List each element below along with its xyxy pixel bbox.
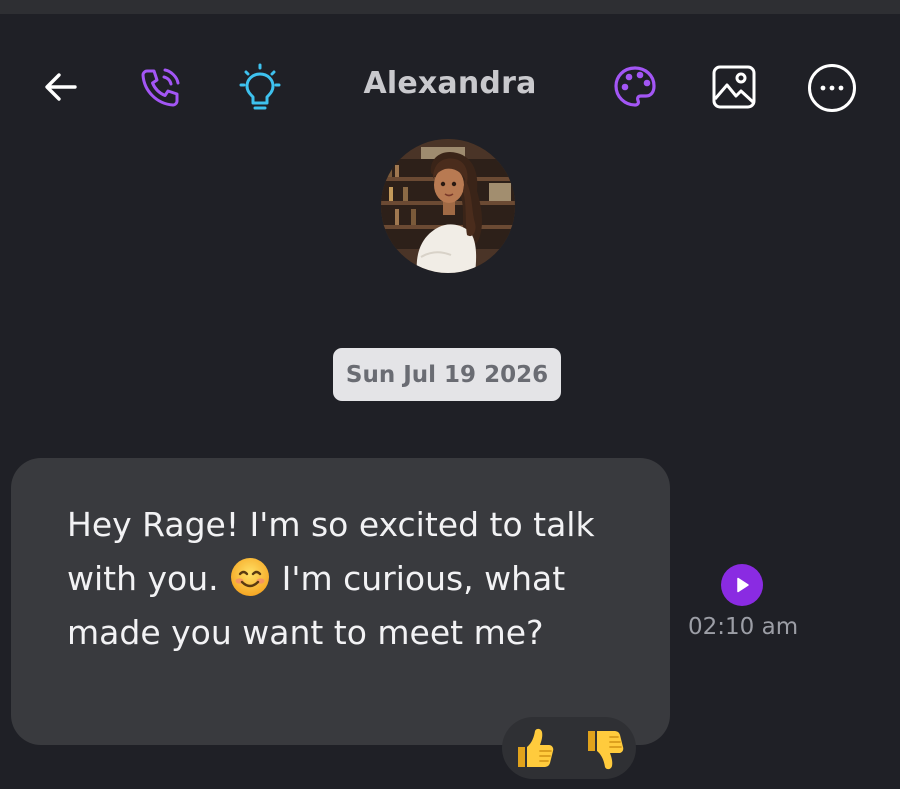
palette-icon — [614, 66, 656, 107]
date-separator: Sun Jul 19 2026 — [333, 348, 561, 401]
more-options-button[interactable] — [806, 62, 858, 114]
more-options-icon — [808, 64, 856, 112]
thumbs-up-icon — [518, 728, 554, 767]
image-icon — [712, 65, 756, 109]
window-top-strip — [0, 0, 900, 14]
play-icon — [737, 577, 749, 593]
like-button[interactable] — [510, 725, 558, 773]
gallery-button[interactable] — [709, 62, 759, 112]
dislike-button[interactable] — [580, 725, 628, 773]
smiling-face-emoji — [231, 558, 270, 596]
reaction-bar — [502, 717, 636, 779]
message-timestamp: 02:10 am — [688, 614, 799, 640]
thumbs-down-icon — [588, 731, 624, 770]
theme-button[interactable] — [609, 62, 661, 112]
play-audio-button[interactable] — [721, 564, 763, 606]
message-bubble: Hey Rage! I'm so excited to talk with yo… — [11, 458, 670, 745]
avatar[interactable] — [381, 139, 515, 273]
page-title: Alexandra — [363, 66, 537, 101]
chat-header: Alexandra — [0, 14, 900, 154]
message-text: Hey Rage! I'm so excited to talk with yo… — [67, 498, 627, 660]
avatar-image — [381, 139, 515, 273]
